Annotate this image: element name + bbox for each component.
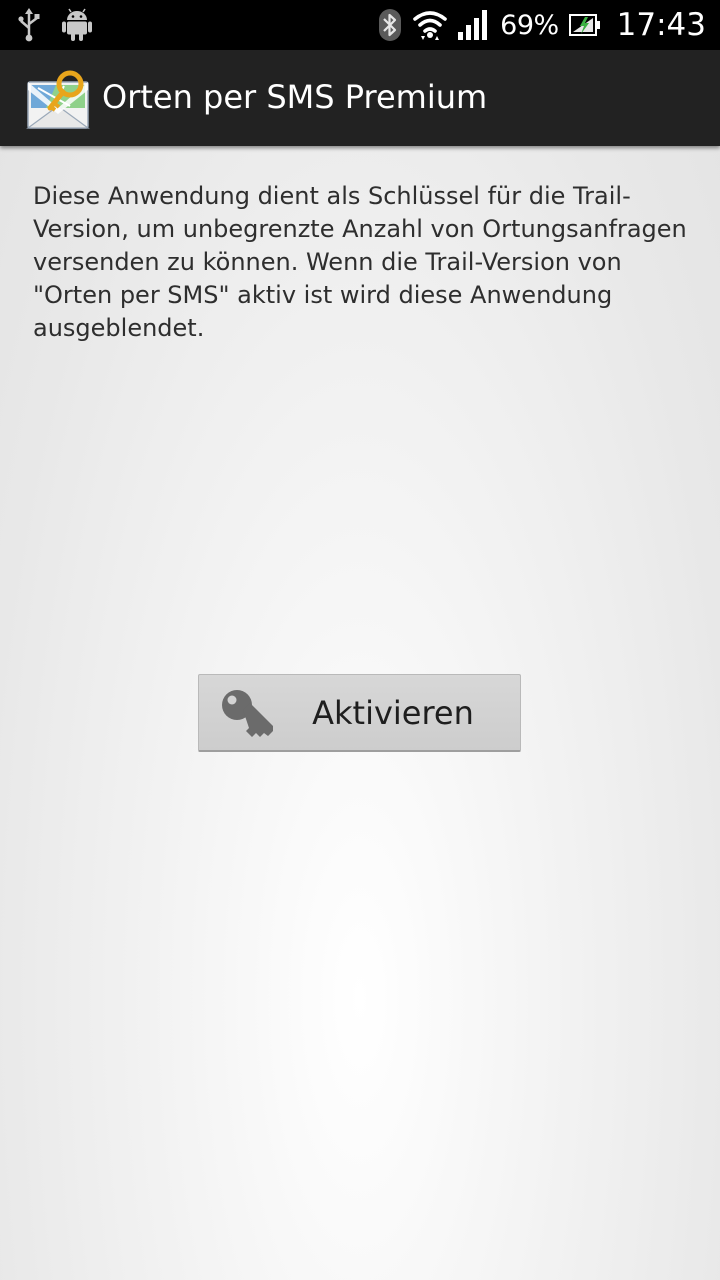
envelope-key-map-icon[interactable]: [26, 68, 90, 130]
status-bar: 69% 17:43: [0, 0, 720, 50]
clock: 17:43: [616, 7, 706, 43]
activate-button[interactable]: Aktivieren: [198, 674, 521, 752]
status-bar-notifications: [18, 8, 92, 42]
usb-icon: [18, 8, 40, 42]
wifi-icon: [412, 8, 448, 42]
status-bar-system: 69% 17:43: [378, 0, 706, 50]
description-text: Diese Anwendung dient als Schlüssel für …: [33, 182, 687, 342]
battery-charging-icon: [568, 14, 601, 36]
battery-percent: 69%: [500, 9, 559, 41]
signal-icon: [458, 10, 490, 40]
key-icon: [219, 688, 275, 740]
activate-button-label: Aktivieren: [312, 694, 474, 732]
bluetooth-icon: [378, 8, 402, 42]
app-title: Orten per SMS Premium: [102, 78, 488, 116]
action-bar: Orten per SMS Premium: [0, 50, 720, 146]
android-icon: [62, 8, 92, 42]
